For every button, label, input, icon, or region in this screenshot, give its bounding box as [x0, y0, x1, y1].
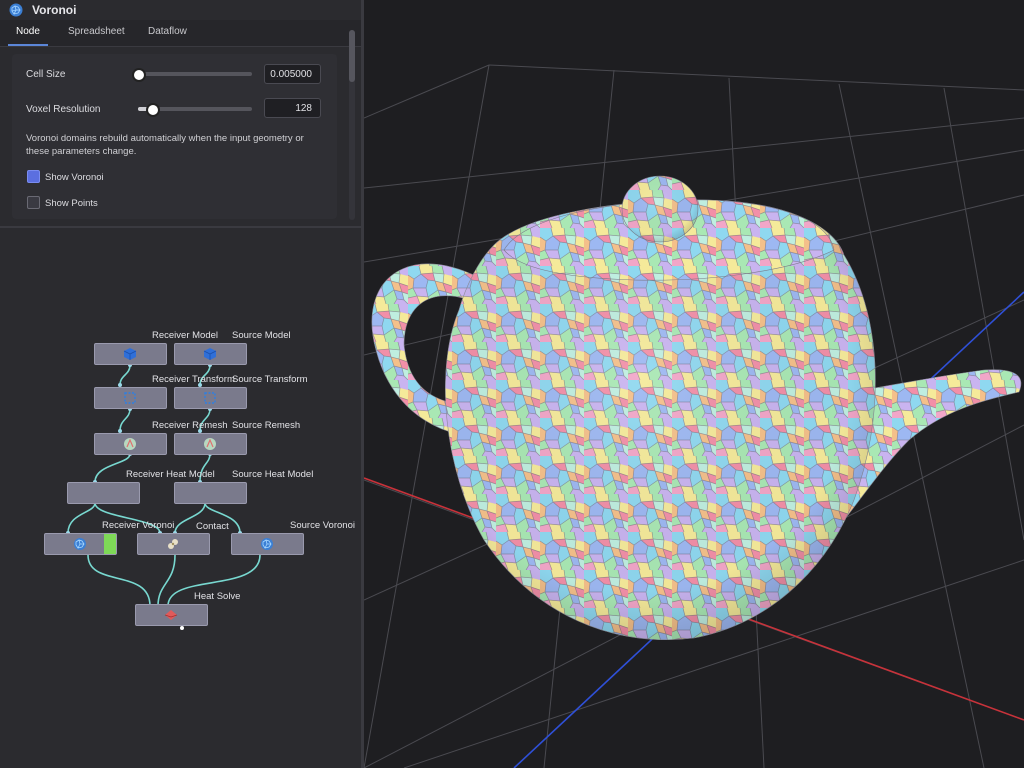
node-label-source-remesh: Source Remesh [232, 420, 301, 431]
node-receiver-remesh[interactable] [94, 433, 167, 455]
show-points-label: Show Points [45, 198, 98, 209]
remesh-icon [124, 438, 136, 450]
node-label-receiver-heat-model: Receiver Heat Model [126, 469, 215, 480]
node-label-receiver-remesh: Receiver Remesh [152, 420, 228, 431]
node-receiver-transform[interactable] [94, 387, 167, 409]
voxel-resolution-input[interactable]: 128 [264, 98, 321, 118]
left-panel: Voronoi Node Spreadsheet Dataflow Cell S… [0, 0, 361, 768]
show-points-checkbox[interactable] [27, 196, 40, 209]
cell-size-slider-thumb[interactable] [132, 68, 146, 82]
node-receiver-model[interactable] [94, 343, 167, 365]
node-label-contact: Contact [196, 521, 229, 532]
node-source-voronoi[interactable] [231, 533, 304, 555]
scrollbar-thumb[interactable] [349, 30, 355, 82]
node-source-remesh[interactable] [174, 433, 247, 455]
show-voronoi-label: Show Voronoi [45, 172, 104, 183]
voronoi-description: Voronoi domains rebuild automatically wh… [26, 133, 304, 157]
node-label-receiver-transform: Receiver Transform [152, 374, 235, 385]
heat-solve-icon [164, 610, 178, 620]
node-heat-solve[interactable] [135, 604, 208, 626]
voronoi-sphere-icon [9, 3, 23, 17]
transform-icon [124, 392, 136, 404]
node-source-heat-model[interactable] [174, 482, 247, 504]
cell-size-label: Cell Size [26, 69, 66, 80]
teapot-render [364, 64, 1024, 768]
node-contact[interactable] [137, 533, 210, 555]
tab-node[interactable]: Node [16, 26, 40, 37]
cube-icon [203, 348, 217, 360]
node-label-receiver-model: Receiver Model [152, 330, 218, 341]
cube-icon [123, 348, 137, 360]
node-label-receiver-voronoi: Receiver Voronoi [102, 520, 175, 531]
voronoi-teapot [371, 175, 1022, 641]
node-label-source-transform: Source Transform [232, 374, 308, 385]
selected-indicator [104, 534, 116, 554]
tab-bar: Node Spreadsheet Dataflow [0, 20, 361, 47]
node-label-source-voronoi: Source Voronoi [290, 520, 355, 531]
remesh-icon [204, 438, 216, 450]
node-receiver-heat-model[interactable] [67, 482, 140, 504]
voronoi-sphere-icon [74, 538, 86, 550]
node-source-model[interactable] [174, 343, 247, 365]
active-tab-indicator [8, 44, 48, 46]
panel-titlebar: Voronoi [0, 0, 361, 20]
voxel-resolution-label: Voxel Resolution [26, 104, 101, 115]
3d-viewport[interactable] [364, 0, 1024, 768]
cell-size-slider[interactable] [138, 72, 252, 76]
node-graph[interactable]: Receiver Model Source Model Receiver Tra… [0, 228, 361, 768]
node-label-source-heat-model: Source Heat Model [232, 469, 314, 480]
panel-title: Voronoi [32, 3, 77, 17]
node-label-source-model: Source Model [232, 330, 291, 341]
node-label-heat-solve: Heat Solve [194, 591, 241, 602]
cell-size-input[interactable]: 0.005000 [264, 64, 321, 84]
tab-dataflow[interactable]: Dataflow [148, 26, 187, 37]
tab-spreadsheet[interactable]: Spreadsheet [68, 26, 125, 37]
node-receiver-voronoi[interactable] [44, 533, 117, 555]
node-source-transform[interactable] [174, 387, 247, 409]
voronoi-sphere-icon [261, 538, 273, 550]
transform-icon [204, 392, 216, 404]
contact-icon [168, 539, 178, 549]
voxel-resolution-slider-thumb[interactable] [146, 103, 160, 117]
show-voronoi-checkbox[interactable] [27, 170, 40, 183]
